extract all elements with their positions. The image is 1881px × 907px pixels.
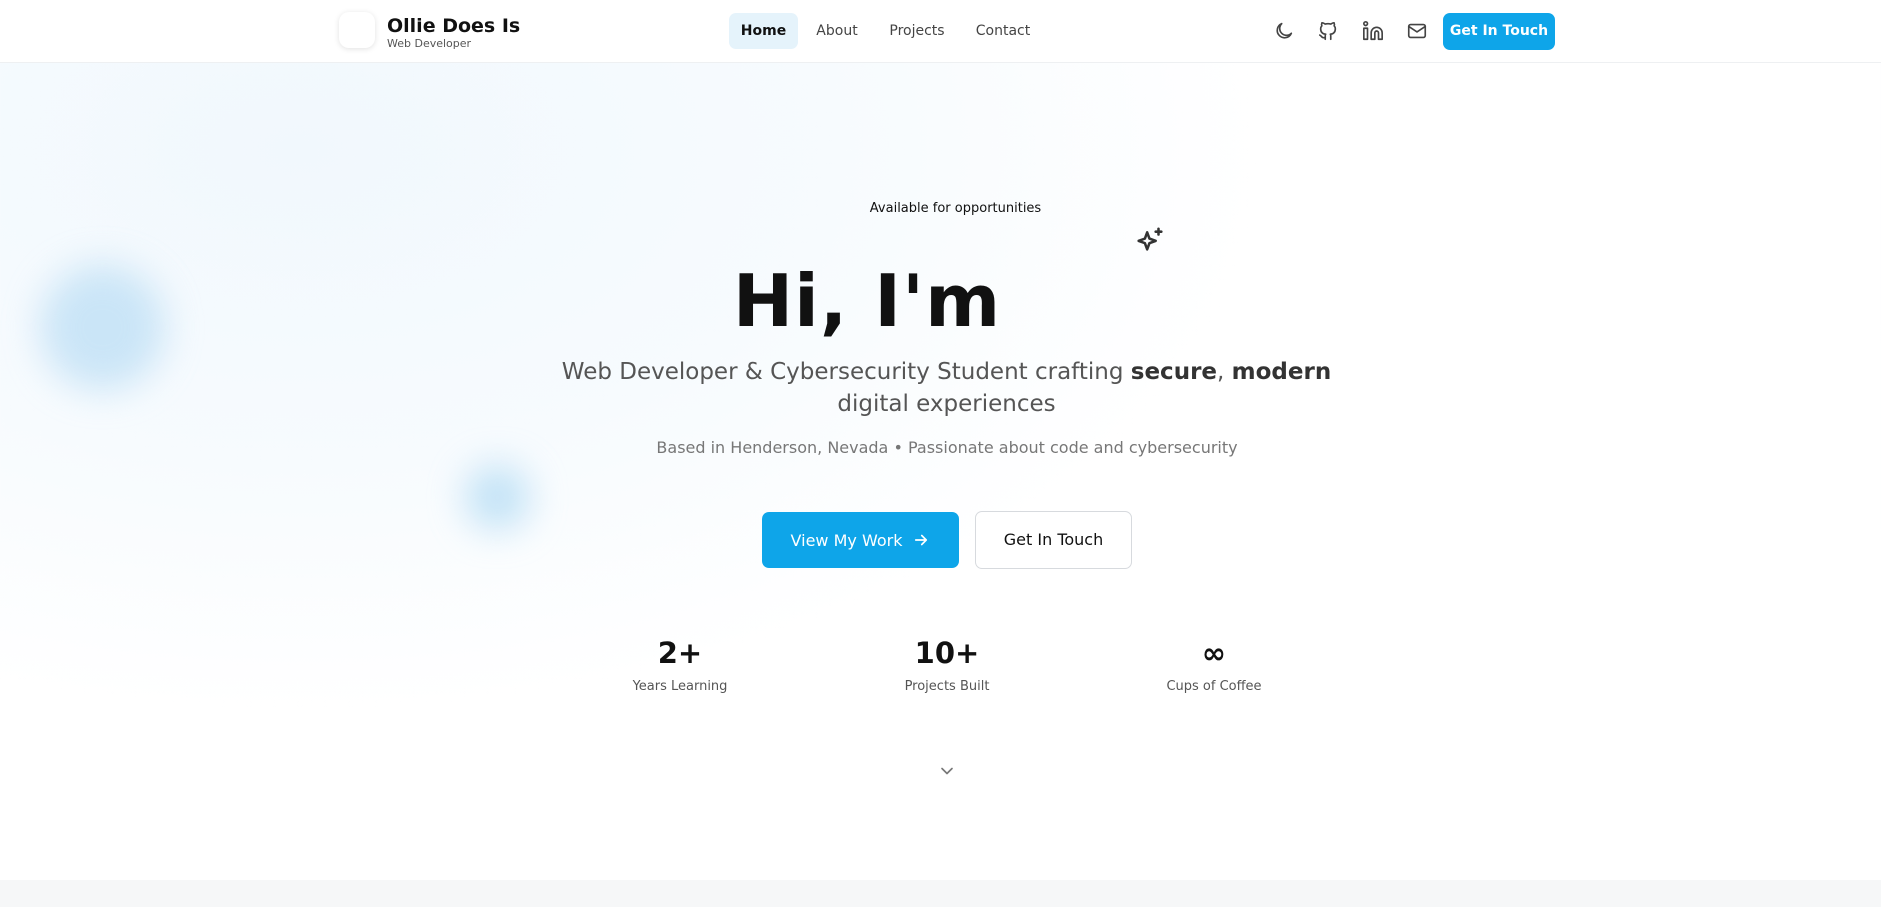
stat-label: Years Learning xyxy=(632,679,728,694)
hero-title: Hi, I'm xyxy=(732,259,1002,343)
stat-value: ∞ xyxy=(1201,636,1227,670)
arrow-right-icon xyxy=(915,534,928,546)
background-blob xyxy=(465,465,530,530)
nav-contact[interactable]: Contact xyxy=(972,13,1034,49)
nav-projects[interactable]: Projects xyxy=(884,13,950,49)
brand-name[interactable]: Ollie Does Is xyxy=(387,15,520,37)
brand-subtitle: Web Developer xyxy=(387,37,472,50)
chevron-down-icon[interactable] xyxy=(937,761,957,781)
subtitle-text-end: digital experiences xyxy=(837,391,1056,417)
stat-cups-of-coffee: ∞ Cups of Coffee xyxy=(1114,633,1314,694)
site-header: Ollie Does Is Web Developer Home About P… xyxy=(0,0,1881,63)
subtitle-emphasis-secure: secure xyxy=(1130,359,1218,385)
next-section-edge xyxy=(0,880,1881,907)
location-text: Based in Henderson, Nevada • Passionate … xyxy=(656,438,1238,457)
sparkle-icon xyxy=(1133,226,1167,260)
view-my-work-label: View My Work xyxy=(790,530,903,550)
hero-subtitle: Web Developer & Cybersecurity Student cr… xyxy=(555,356,1338,420)
subtitle-emphasis-modern: modern xyxy=(1231,359,1332,385)
stat-years-learning: 2+ Years Learning xyxy=(580,633,780,694)
availability-badge: Available for opportunities xyxy=(869,201,1042,216)
nav-home[interactable]: Home xyxy=(729,13,798,49)
stat-value: 2+ xyxy=(657,636,703,670)
linkedin-icon[interactable] xyxy=(1362,20,1384,42)
nav-about[interactable]: About xyxy=(810,13,864,49)
logo[interactable] xyxy=(339,12,375,48)
subtitle-separator: , xyxy=(1217,359,1232,385)
moon-icon[interactable] xyxy=(1273,20,1295,42)
get-in-touch-button[interactable]: Get In Touch xyxy=(975,511,1132,569)
stat-label: Projects Built xyxy=(904,679,990,694)
subtitle-text: Web Developer & Cybersecurity Student cr… xyxy=(561,359,1131,385)
get-in-touch-header-button[interactable]: Get In Touch xyxy=(1443,13,1555,50)
view-my-work-button[interactable]: View My Work xyxy=(762,512,959,568)
stat-value: 10+ xyxy=(914,636,980,670)
mail-icon[interactable] xyxy=(1406,20,1428,42)
stat-label: Cups of Coffee xyxy=(1166,679,1262,694)
stat-projects-built: 10+ Projects Built xyxy=(847,633,1047,694)
github-icon[interactable] xyxy=(1317,20,1339,42)
